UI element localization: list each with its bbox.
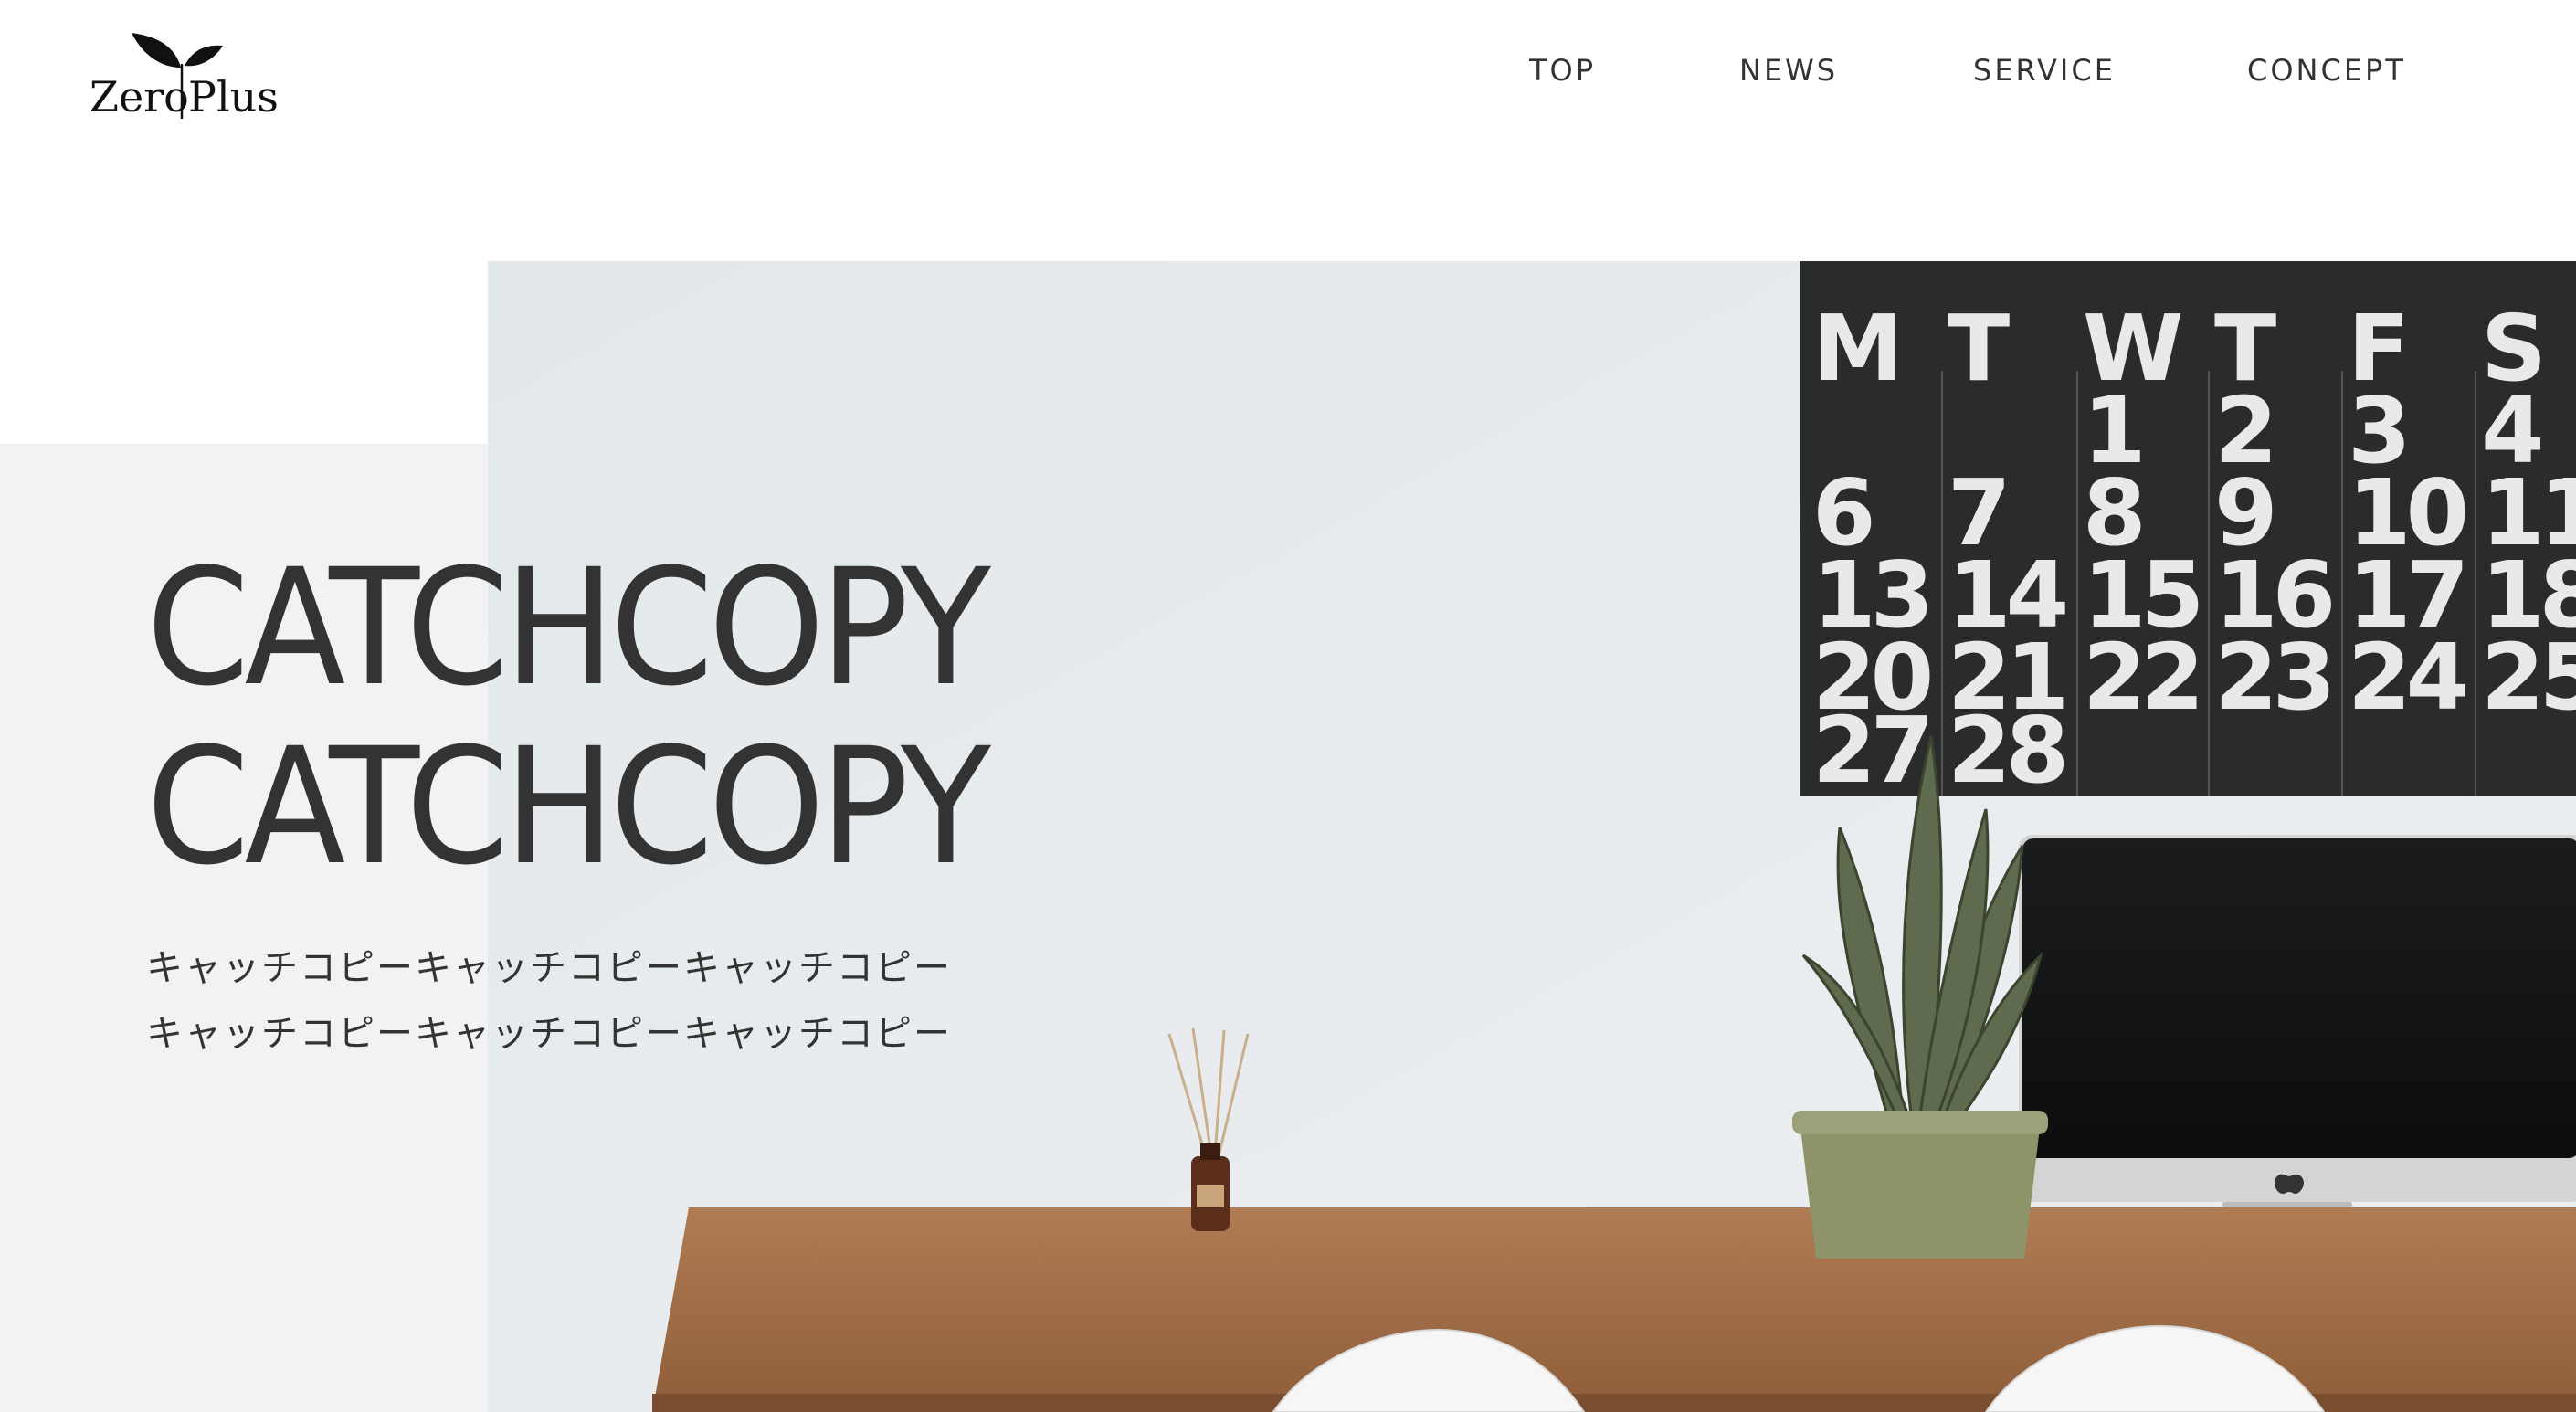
- calendar-day: M: [1812, 295, 1898, 402]
- nav-item-service[interactable]: SERVICE: [1973, 53, 2116, 88]
- calendar-date: 24: [2348, 624, 2465, 731]
- calendar-date: 23: [2214, 624, 2330, 731]
- catchcopy-line-1: CATCHCOPY: [146, 534, 991, 722]
- apple-logo-icon: [2275, 1174, 2304, 1194]
- calendar-date: 22: [2083, 624, 2199, 731]
- logo-text-right: Plus: [188, 72, 279, 119]
- catchcopy-line-2: CATCHCOPY: [146, 713, 991, 901]
- nav-item-top[interactable]: TOP: [1529, 53, 1596, 88]
- site-logo[interactable]: Zero Plus: [88, 27, 280, 119]
- nav-item-concept[interactable]: CONCEPT: [2247, 53, 2406, 88]
- catchcopy-sub-line-1: キャッチコピーキャッチコピーキャッチコピー: [146, 947, 952, 989]
- catchcopy-sub: キャッチコピーキャッチコピーキャッチコピー キャッチコピーキャッチコピーキャッチ…: [146, 935, 1059, 1067]
- nav-item-news[interactable]: NEWS: [1739, 53, 1838, 88]
- calendar-date: 28: [1948, 697, 2064, 804]
- calendar-date: 27: [1812, 697, 1928, 804]
- calendar-poster: M T W T F S 1 2 3 4 6 7 8 9 10 11 13 14 …: [1800, 261, 2576, 804]
- logo-text-left: Zero: [90, 72, 189, 119]
- hero-text: CATCHCOPY CATCHCOPY キャッチコピーキャッチコピーキャッチコピ…: [146, 539, 1059, 1067]
- catchcopy-sub-line-2: キャッチコピーキャッチコピーキャッチコピー: [146, 1013, 952, 1055]
- calendar-day: T: [1948, 295, 2010, 402]
- calendar-date: 25: [2481, 624, 2576, 731]
